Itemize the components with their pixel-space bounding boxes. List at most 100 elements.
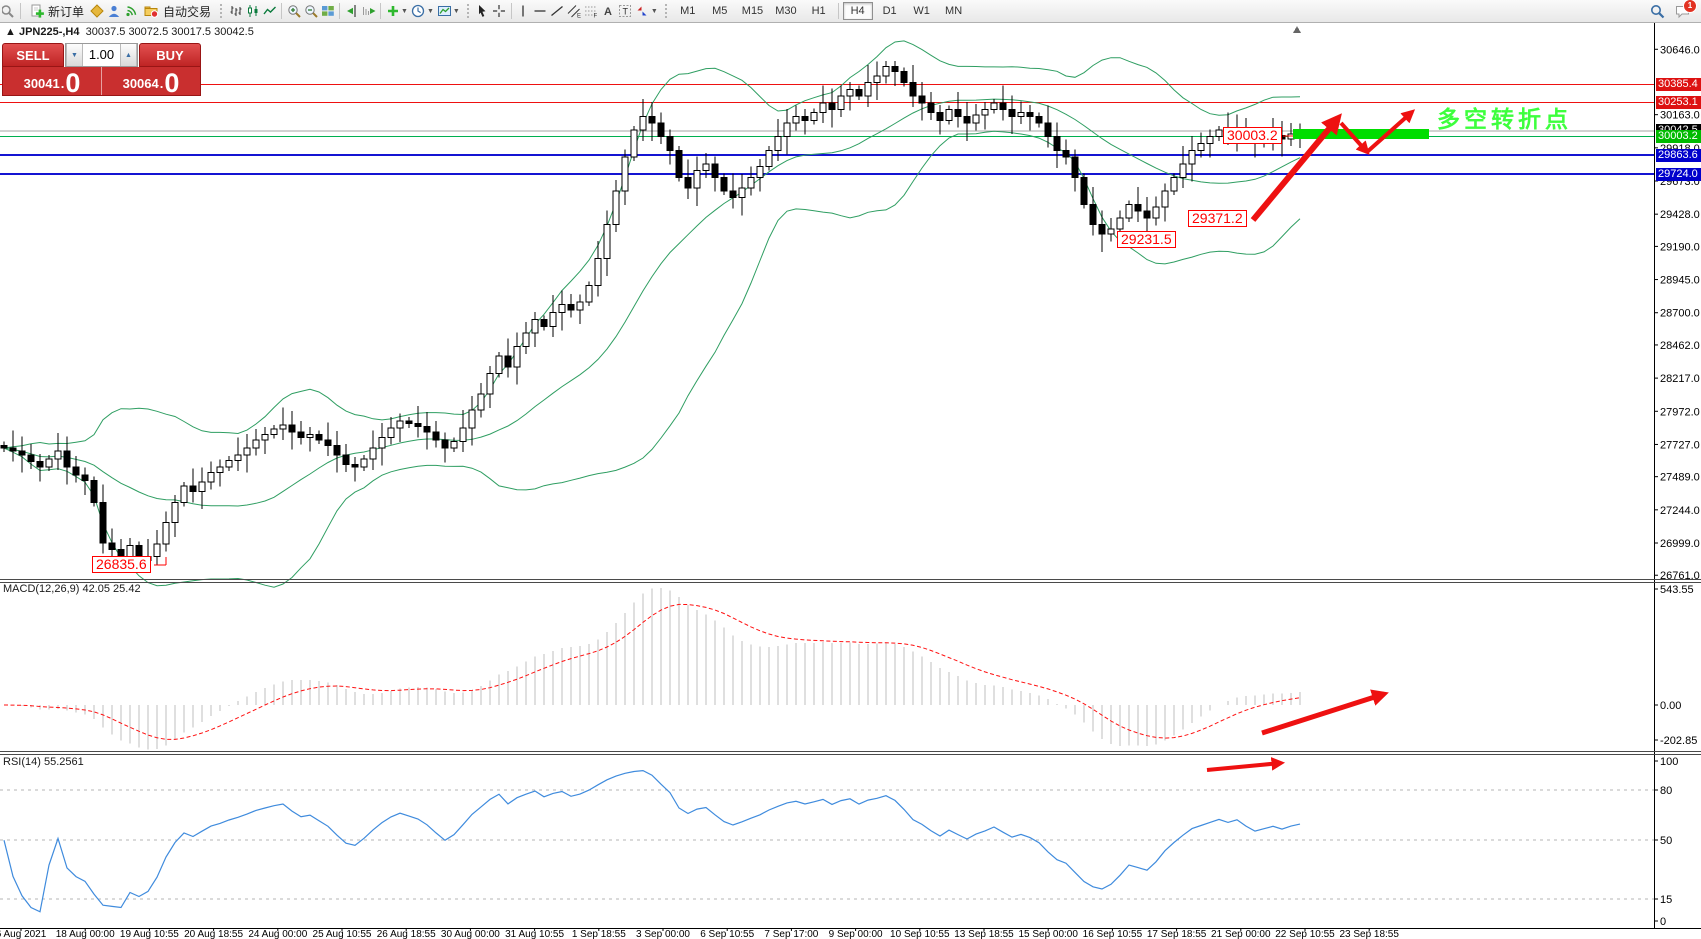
collapse-triangle-icon[interactable]: ▲ [5,26,19,38]
svg-text:30646.0: 30646.0 [1660,44,1700,56]
time-axis: 6 Aug 202118 Aug 00:0019 Aug 10:5520 Aug… [0,928,1399,939]
svg-text:18 Aug 00:00: 18 Aug 00:00 [56,929,115,939]
community-icon[interactable] [105,3,122,19]
templates-icon[interactable] [436,3,453,19]
zoom-out-icon[interactable] [302,3,319,19]
chart-canvas[interactable]: 30646.030163.029918.029673.029428.029190… [0,0,1701,939]
svg-text:24 Aug 00:00: 24 Aug 00:00 [248,929,307,939]
rsi-line [4,771,1300,912]
ask-price: 30064.0 [102,67,200,95]
arrow-objects-icon[interactable] [634,3,651,19]
add-indicator-icon[interactable] [384,3,401,19]
svg-text:28462.0: 28462.0 [1660,340,1700,352]
line-chart-icon[interactable] [261,3,278,19]
timeframe-m15-button[interactable]: M15 [737,2,768,20]
candlestick-chart-icon[interactable] [244,3,261,19]
bid-ask-prices: 30041.0 30064.0 [2,67,201,96]
bar-chart-icon[interactable] [227,3,244,19]
timeframe-m30-button[interactable]: M30 [770,2,801,20]
new-order-button[interactable]: 新订单 [24,1,88,21]
add-indicator-caret[interactable]: ▼ [401,8,408,15]
timeframe-h1-button[interactable]: H1 [804,2,834,20]
text-icon[interactable]: A [600,3,617,19]
auto-trading-button[interactable]: 自动交易 [139,1,215,21]
annotation-note-text[interactable]: 多空转折点 [1437,100,1572,134]
sell-button[interactable]: SELL [2,43,64,67]
svg-text:13 Sep 18:55: 13 Sep 18:55 [954,929,1014,939]
chart-price-label[interactable]: 30003.2 [1223,127,1282,144]
chart-frame [0,23,1701,929]
svg-text:28700.0: 28700.0 [1660,308,1700,320]
svg-text:3 Sep 00:00: 3 Sep 00:00 [636,929,690,939]
periods-icon[interactable] [410,3,427,19]
svg-text:-202.85: -202.85 [1660,735,1697,747]
svg-text:27244.0: 27244.0 [1660,505,1700,517]
chart-price-label[interactable]: 29371.2 [1188,210,1247,227]
app-logo-icon[interactable] [0,3,17,19]
svg-text:17 Sep 18:55: 17 Sep 18:55 [1147,929,1207,939]
horizontal-line-icon[interactable] [532,3,549,19]
profiles-icon[interactable] [88,3,105,19]
zoom-in-icon[interactable] [285,3,302,19]
timeframe-m1-button[interactable]: M1 [673,2,703,20]
volume-value[interactable]: 1.00 [83,44,120,66]
crosshair-icon[interactable] [491,3,508,19]
toolbar-grip [665,4,669,18]
ask-price-big-digit: 0 [164,72,179,94]
svg-text:25 Aug 10:55: 25 Aug 10:55 [313,929,372,939]
svg-text:30163.0: 30163.0 [1660,110,1700,122]
volume-increase-button[interactable]: ▲ [120,44,137,66]
tile-windows-icon[interactable] [319,3,336,19]
fibonacci-icon[interactable]: F [583,3,600,19]
timeframe-mn-button[interactable]: MN [939,2,969,20]
svg-text:80: 80 [1660,785,1672,797]
svg-text:6 Sep 10:55: 6 Sep 10:55 [700,929,754,939]
buy-button[interactable]: BUY [139,43,201,67]
trendline-icon[interactable] [549,3,566,19]
signals-icon[interactable] [122,3,139,19]
bid-price-dot: . [61,76,65,91]
volume-decrease-button[interactable]: ▼ [66,44,83,66]
svg-text:10 Sep 10:55: 10 Sep 10:55 [890,929,950,939]
chart-price-label[interactable]: 26835.6 [92,556,151,573]
svg-text:0: 0 [1660,916,1666,928]
templates-caret[interactable]: ▼ [453,8,460,15]
auto-scroll-icon[interactable] [360,3,377,19]
svg-text:26761.0: 26761.0 [1660,570,1700,582]
bid-price-main: 30041 [24,76,60,91]
chart-price-label[interactable]: 29231.5 [1117,231,1176,248]
ask-price-dot: . [160,76,164,91]
svg-text:7 Sep 17:00: 7 Sep 17:00 [764,929,818,939]
svg-text:19 Aug 10:55: 19 Aug 10:55 [120,929,179,939]
equidistant-channel-icon[interactable]: E [566,3,583,19]
vertical-line-icon[interactable] [515,3,532,19]
arrow-objects-caret[interactable]: ▼ [651,8,658,15]
price-tag: 29863.6 [1656,149,1701,162]
svg-text:16 Sep 10:55: 16 Sep 10:55 [1083,929,1143,939]
text-label-icon[interactable]: T [617,3,634,19]
svg-text:22 Sep 10:55: 22 Sep 10:55 [1275,929,1335,939]
timeframe-d1-button[interactable]: D1 [875,2,905,20]
bid-price-big-digit: 0 [65,72,80,94]
periods-caret[interactable]: ▼ [427,8,434,15]
svg-text:0.00: 0.00 [1660,700,1681,712]
cursor-icon[interactable] [474,3,491,19]
timeframe-h4-button[interactable]: H4 [843,2,873,20]
toolbar-separator [281,3,282,19]
trend-arrow [1207,763,1281,770]
search-icon[interactable] [1649,3,1666,19]
svg-text:15: 15 [1660,894,1672,906]
one-click-trading-panel: SELL ▼ 1.00 ▲ BUY 30041.0 30064.0 [2,43,201,96]
svg-text:F: F [593,14,597,19]
chat-icon[interactable]: 1 [1674,3,1691,19]
svg-text:27972.0: 27972.0 [1660,406,1700,418]
timeframe-w1-button[interactable]: W1 [907,2,937,20]
svg-text:6 Aug 2021: 6 Aug 2021 [0,929,47,939]
toolbar-grip [220,4,224,18]
timeframe-m5-button[interactable]: M5 [705,2,735,20]
price-tag: 29724.0 [1656,168,1701,181]
svg-text:15 Sep 00:00: 15 Sep 00:00 [1018,929,1078,939]
symbol-name: JPN225-,H4 [19,26,80,38]
chart-shift-icon[interactable] [343,3,360,19]
new-order-label: 新订单 [48,3,84,20]
